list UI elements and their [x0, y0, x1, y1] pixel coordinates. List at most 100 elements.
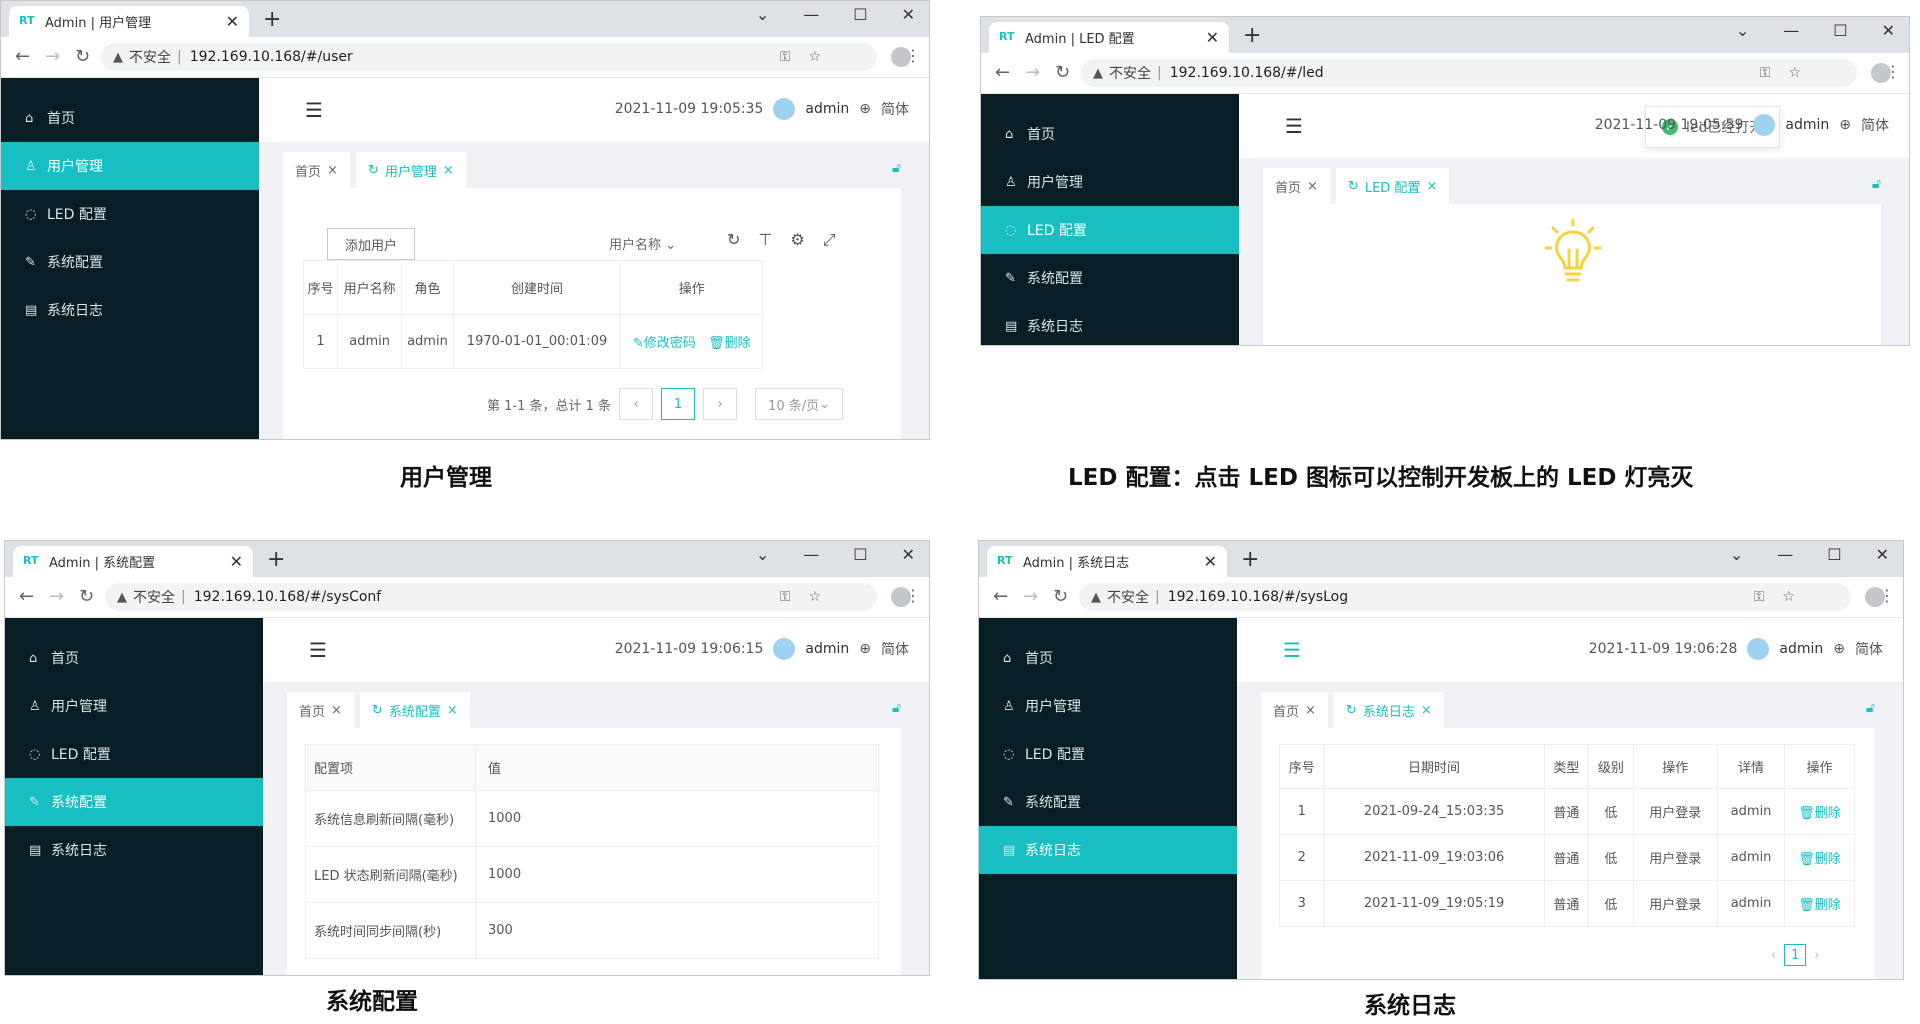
sidebar-item-log[interactable]: ▤ 系统日志	[979, 826, 1237, 874]
close-tab-icon[interactable]: ✕	[1206, 28, 1219, 47]
prev-page-button[interactable]: ‹	[1771, 948, 1776, 963]
lock-icon[interactable]: 🔓︎	[892, 700, 901, 716]
minimize-icon[interactable]: —	[803, 5, 819, 24]
avatar[interactable]	[773, 638, 796, 660]
menu-fold-icon[interactable]: ☰	[305, 98, 323, 122]
key-icon[interactable]: ⚿	[1760, 65, 1771, 81]
sidebar-item-led[interactable]: ◌ LED 配置	[1, 190, 259, 238]
column-select[interactable]: 用户名称 ⌄	[609, 234, 676, 253]
sidebar-item-led[interactable]: ◌ LED 配置	[5, 730, 263, 778]
sidebar-item-home[interactable]: ⌂ 首页	[979, 634, 1237, 682]
tab-home[interactable]: 首页 ×	[287, 692, 354, 728]
globe-icon[interactable]: ⊕	[1839, 117, 1851, 133]
back-icon[interactable]: ←	[19, 586, 34, 607]
menu-dots-icon[interactable]: ⋮	[905, 586, 921, 605]
close-window-icon[interactable]: ✕	[902, 5, 915, 24]
reload-icon[interactable]: ↻	[1053, 586, 1068, 607]
star-icon[interactable]: ☆	[808, 49, 821, 65]
omnibox[interactable]: ▲ 不安全 | 192.169.10.168/#/user ⚿ ☆	[101, 43, 877, 71]
column-height-icon[interactable]: ⊤	[758, 230, 772, 250]
sidebar-item-led[interactable]: ◌ LED 配置	[981, 206, 1239, 254]
fullscreen-icon[interactable]: ⤢	[823, 230, 836, 250]
tab-log[interactable]: ↻ 系统日志 ×	[1333, 692, 1444, 728]
gear-icon[interactable]: ⚙	[790, 230, 804, 250]
close-icon[interactable]: ×	[1426, 179, 1437, 194]
language-switch[interactable]: 简体	[1855, 639, 1883, 659]
sidebar-item-home[interactable]: ⌂ 首页	[981, 110, 1239, 158]
new-tab-button[interactable]: +	[263, 7, 281, 32]
menu-fold-icon[interactable]: ☰	[1285, 114, 1303, 138]
menu-dots-icon[interactable]: ⋮	[1885, 62, 1901, 81]
refresh-icon[interactable]: ↻	[368, 163, 379, 178]
delete-link[interactable]: 🗑︎删除	[1784, 834, 1855, 881]
tab-user[interactable]: ↻ 用户管理 ×	[355, 152, 466, 188]
close-icon[interactable]: ×	[327, 163, 338, 178]
page-size-select[interactable]: 10 条/页 ⌄	[755, 388, 844, 420]
menu-dots-icon[interactable]: ⋮	[1879, 586, 1895, 605]
tab-led[interactable]: ↻ LED 配置 ×	[1335, 168, 1450, 204]
globe-icon[interactable]: ⊕	[859, 101, 871, 117]
sidebar-item-sys[interactable]: ✎ 系统配置	[981, 254, 1239, 302]
browser-tab[interactable]: RT Admin | 用户管理 ✕	[9, 6, 249, 37]
delete-link[interactable]: 🗑︎删除	[1784, 880, 1855, 927]
sidebar-item-sys[interactable]: ✎ 系统配置	[979, 778, 1237, 826]
key-icon[interactable]: ⚿	[1754, 589, 1765, 605]
page-number[interactable]: 1	[661, 388, 696, 420]
config-value[interactable]: 1000	[475, 790, 879, 847]
chevron-down-icon[interactable]: ⌄	[1730, 545, 1743, 564]
lock-icon[interactable]: 🔓︎	[892, 160, 901, 176]
minimize-icon[interactable]: —	[1777, 545, 1793, 564]
reload-icon[interactable]: ↻	[79, 586, 94, 607]
close-icon[interactable]: ×	[1305, 703, 1316, 718]
header-username[interactable]: admin	[1785, 117, 1829, 133]
chevron-down-icon[interactable]: ⌄	[1736, 21, 1749, 40]
browser-tab[interactable]: RT Admin | LED 配置 ✕	[989, 22, 1229, 53]
close-icon[interactable]: ×	[331, 703, 342, 718]
star-icon[interactable]: ☆	[1782, 589, 1795, 605]
menu-dots-icon[interactable]: ⋮	[905, 46, 921, 65]
refresh-icon[interactable]: ↻	[727, 230, 740, 250]
chevron-down-icon[interactable]: ⌄	[756, 5, 769, 24]
sidebar-item-led[interactable]: ◌ LED 配置	[979, 730, 1237, 778]
refresh-icon[interactable]: ↻	[1348, 179, 1359, 194]
new-tab-button[interactable]: +	[1241, 547, 1259, 572]
globe-icon[interactable]: ⊕	[859, 641, 871, 657]
browser-tab[interactable]: RT Admin | 系统配置 ✕	[13, 546, 253, 577]
maximize-icon[interactable]: ☐	[853, 5, 867, 24]
back-icon[interactable]: ←	[993, 586, 1008, 607]
close-window-icon[interactable]: ✕	[902, 545, 915, 564]
refresh-icon[interactable]: ↻	[372, 703, 383, 718]
browser-tab[interactable]: RT Admin | 系统日志 ✕	[987, 546, 1227, 577]
add-user-button[interactable]: 添加用户	[327, 228, 415, 260]
omnibox[interactable]: ▲ 不安全 | 192.169.10.168/#/sysLog ⚿ ☆	[1079, 583, 1851, 611]
led-bulb-icon[interactable]	[1543, 218, 1603, 288]
tab-sys[interactable]: ↻ 系统配置 ×	[359, 692, 470, 728]
forward-icon[interactable]: →	[1023, 586, 1038, 607]
delete-link[interactable]: 🗑︎删除	[1784, 788, 1855, 835]
forward-icon[interactable]: →	[1025, 62, 1040, 83]
close-tab-icon[interactable]: ✕	[1204, 552, 1217, 571]
omnibox[interactable]: ▲ 不安全 | 192.169.10.168/#/led ⚿ ☆	[1081, 59, 1857, 87]
close-window-icon[interactable]: ✕	[1876, 545, 1889, 564]
header-username[interactable]: admin	[805, 101, 849, 117]
sidebar-item-user[interactable]: ♙ 用户管理	[1, 142, 259, 190]
menu-fold-icon[interactable]: ☰	[1283, 638, 1301, 662]
tab-home[interactable]: 首页 ×	[1261, 692, 1328, 728]
forward-icon[interactable]: →	[49, 586, 64, 607]
minimize-icon[interactable]: —	[1783, 21, 1799, 40]
sidebar-item-log[interactable]: ▤ 系统日志	[981, 302, 1239, 345]
reload-icon[interactable]: ↻	[75, 46, 90, 67]
header-username[interactable]: admin	[805, 641, 849, 657]
forward-icon[interactable]: →	[45, 46, 60, 67]
lock-icon[interactable]: 🔓︎	[1872, 176, 1881, 192]
reload-icon[interactable]: ↻	[1055, 62, 1070, 83]
page-number[interactable]: 1	[1784, 944, 1807, 966]
edit-password-link[interactable]: ✎修改密码	[633, 336, 696, 351]
close-window-icon[interactable]: ✕	[1882, 21, 1895, 40]
delete-link[interactable]: 🗑︎删除	[708, 336, 751, 351]
tab-home[interactable]: 首页 ×	[283, 152, 350, 188]
refresh-icon[interactable]: ↻	[1346, 703, 1357, 718]
new-tab-button[interactable]: +	[267, 547, 285, 572]
language-switch[interactable]: 简体	[1861, 115, 1889, 135]
close-icon[interactable]: ×	[443, 163, 454, 178]
